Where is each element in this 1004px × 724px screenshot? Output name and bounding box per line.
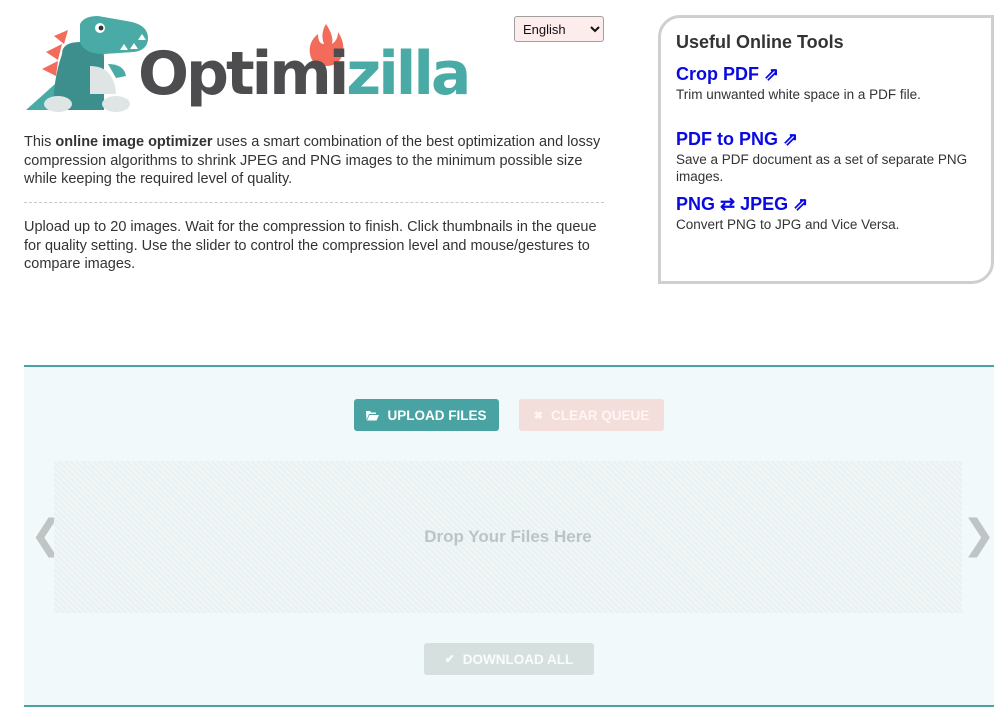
drop-zone-text: Drop Your Files Here bbox=[424, 527, 592, 546]
tool-png-jpeg: PNG ⇄ JPEG ⇗ Convert PNG to JPG and Vice… bbox=[676, 193, 976, 233]
upload-files-label: UPLOAD FILES bbox=[387, 407, 487, 423]
upload-files-button[interactable]: UPLOAD FILES bbox=[354, 399, 499, 431]
folder-open-icon bbox=[366, 410, 380, 420]
tools-heading: Useful Online Tools bbox=[676, 32, 844, 52]
crop-pdf-link[interactable]: Crop PDF ⇗ bbox=[676, 63, 976, 85]
logo-wordmark: Optimizilla bbox=[138, 39, 471, 109]
dinosaur-mascot-icon bbox=[26, 16, 148, 112]
intro-bold-phrase: online image optimizer bbox=[55, 134, 213, 150]
tool-crop-pdf: Crop PDF ⇗ Trim unwanted white space in … bbox=[676, 63, 976, 103]
checkmark-icon: ✔ bbox=[444, 652, 455, 666]
useful-tools-panel: Useful Online Tools Crop PDF ⇗ Trim unwa… bbox=[658, 15, 994, 284]
clear-queue-label: CLEAR QUEUE bbox=[550, 407, 650, 423]
intro-instructions: Upload up to 20 images. Wait for the com… bbox=[24, 219, 597, 272]
tool-pdf-to-png: PDF to PNG ⇗ Save a PDF document as a se… bbox=[676, 128, 976, 185]
download-all-button[interactable]: ✔ DOWNLOAD ALL bbox=[424, 643, 594, 675]
dashed-divider bbox=[24, 202, 604, 203]
next-arrow-icon[interactable]: ❯ bbox=[962, 515, 996, 555]
clear-queue-button[interactable]: ✖ CLEAR QUEUE bbox=[519, 399, 664, 431]
pdf-to-png-link[interactable]: PDF to PNG ⇗ bbox=[676, 128, 976, 150]
upload-area: UPLOAD FILES ✖ CLEAR QUEUE ❮ Drop Your F… bbox=[24, 365, 996, 707]
optimizilla-logo[interactable]: Optimizilla bbox=[24, 14, 471, 114]
tool-description: Convert PNG to JPG and Vice Versa. bbox=[676, 217, 900, 232]
drop-zone[interactable]: Drop Your Files Here bbox=[54, 461, 962, 613]
intro-description: This online image optimizer uses a smart… bbox=[24, 134, 601, 187]
x-icon: ✖ bbox=[533, 409, 543, 422]
png-jpeg-link[interactable]: PNG ⇄ JPEG ⇗ bbox=[676, 193, 976, 215]
tool-description: Trim unwanted white space in a PDF file. bbox=[676, 87, 921, 102]
download-all-label: DOWNLOAD ALL bbox=[462, 651, 574, 667]
language-select[interactable]: English bbox=[514, 16, 604, 42]
tool-description: Save a PDF document as a set of separate… bbox=[676, 152, 968, 184]
